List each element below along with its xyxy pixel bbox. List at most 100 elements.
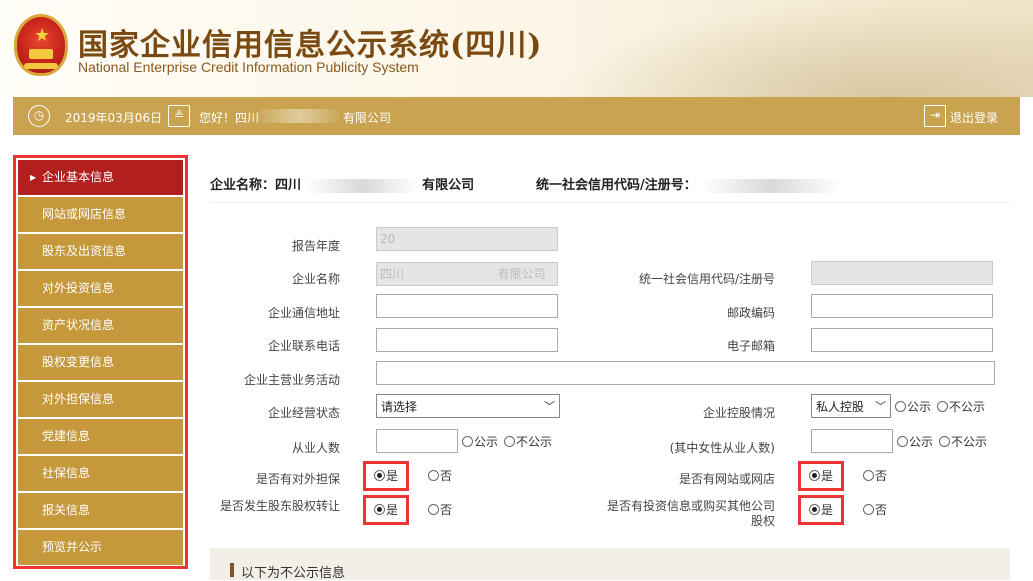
radio-icon [937, 401, 948, 412]
female-nonpublic-radio[interactable]: 不公示 [939, 435, 987, 449]
sidebar-item-assets[interactable]: 资产状况信息 [18, 308, 183, 343]
radio-label: 是 [821, 469, 834, 483]
summary-code-label: 统一社会信用代码/注册号： [536, 178, 697, 193]
postcode-label: 邮政编码 [726, 306, 775, 320]
redacted-company-name [258, 109, 340, 123]
radio-label: 否 [440, 503, 453, 517]
page-header: ★ 国家企业信用信息公示系统(四川) National Enterprise C… [0, 0, 1033, 97]
radio-label: 公示 [474, 435, 499, 449]
radio-icon [428, 470, 439, 481]
credit-code-label: 统一社会信用代码/注册号 [638, 272, 775, 286]
sidebar-item-equity-change[interactable]: 股权变更信息 [18, 345, 183, 380]
guarantee-yes-radio[interactable]: 是 [374, 469, 398, 483]
greeting-company-suffix: 有限公司 [343, 111, 392, 125]
radio-icon [897, 436, 908, 447]
radio-label: 不公示 [949, 400, 986, 414]
summary-company-suffix: 有限公司 [422, 178, 475, 193]
redacted-name [305, 178, 418, 193]
female-public-radio[interactable]: 公示 [897, 435, 933, 449]
top-bar: ◷ 2019年03月06日 ≗ 您好！四川 有限公司 ⇥ 退出登录 [13, 97, 1020, 135]
radio-label: 是 [386, 503, 399, 517]
holding-public-radio[interactable]: 公示 [895, 400, 931, 414]
status-select[interactable]: 请选择 ﹀ [376, 394, 560, 418]
female-employees-input[interactable] [811, 429, 893, 453]
radio-icon [462, 436, 473, 447]
section-marker [230, 563, 234, 577]
investment-no-radio[interactable]: 否 [863, 503, 887, 517]
company-name-label: 企业名称 [291, 272, 340, 286]
credit-code-field[interactable] [811, 261, 993, 285]
postcode-input[interactable] [811, 294, 993, 318]
logout-icon[interactable]: ⇥ [924, 105, 946, 127]
clock-icon: ◷ [28, 105, 50, 127]
business-input[interactable] [376, 361, 995, 385]
employees-input[interactable] [376, 429, 458, 453]
sidebar-item-website[interactable]: 网站或网店信息 [18, 197, 183, 232]
radio-icon [939, 436, 950, 447]
radio-label: 不公示 [951, 435, 988, 449]
radio-label: 公示 [907, 400, 932, 414]
female-employees-label: (其中女性从业人数) [669, 441, 775, 455]
holding-nonpublic-radio[interactable]: 不公示 [937, 400, 985, 414]
email-input[interactable] [811, 328, 993, 352]
investment-yes-radio[interactable]: 是 [809, 503, 833, 517]
site-title-en: National Enterprise Credit Information P… [78, 59, 419, 75]
investment-label: 是否有投资信息或购买其他公司股权 [606, 499, 775, 528]
company-summary: 企业名称：四川 有限公司 [210, 174, 474, 193]
radio-checked-icon [374, 504, 385, 515]
phone-input[interactable] [376, 328, 558, 352]
equity-transfer-yes-radio[interactable]: 是 [374, 503, 398, 517]
greeting-text: 您好！四川 [199, 111, 260, 125]
holding-select-value: 私人控股 [816, 400, 865, 414]
sidebar-item-party[interactable]: 党建信息 [18, 419, 183, 454]
sidebar-item-preview[interactable]: 预览并公示 [18, 530, 183, 565]
status-label: 企业经营状态 [267, 406, 340, 420]
sidebar-item-basic-info[interactable]: 企业基本信息 [18, 160, 183, 195]
logout-link[interactable]: 退出登录 [950, 109, 998, 126]
radio-icon [863, 470, 874, 481]
radio-label: 是 [386, 469, 399, 483]
sidebar-item-shareholders[interactable]: 股东及出资信息 [18, 234, 183, 269]
radio-checked-icon [374, 470, 385, 481]
radio-label: 否 [875, 503, 888, 517]
company-name-field[interactable]: 四川 有限公司 [376, 262, 558, 286]
website-yes-radio[interactable]: 是 [809, 469, 833, 483]
website-label: 是否有网站或网店 [678, 472, 775, 486]
non-public-section-title: 以下为不公示信息 [241, 566, 346, 581]
radio-label: 是 [821, 503, 834, 517]
radio-label: 否 [440, 469, 453, 483]
employees-public-radio[interactable]: 公示 [462, 435, 498, 449]
equity-transfer-no-radio[interactable]: 否 [428, 503, 452, 517]
basic-info-form: 报告年度 20 企业名称 四川 有限公司 统一社会信用代码/注册号 企业通信地址… [210, 202, 1010, 547]
report-year-label: 报告年度 [291, 239, 340, 253]
user-icon: ≗ [168, 105, 190, 127]
report-year-field[interactable]: 20 [376, 227, 558, 251]
guarantee-no-radio[interactable]: 否 [428, 469, 452, 483]
equity-transfer-label: 是否发生股东股权转让 [219, 499, 340, 513]
sidebar-item-investment[interactable]: 对外投资信息 [18, 271, 183, 306]
phone-label: 企业联系电话 [267, 339, 340, 353]
status-select-value: 请选择 [381, 400, 418, 414]
radio-icon [504, 436, 515, 447]
company-name-prefix: 四川 [380, 267, 405, 281]
chevron-down-icon: ﹀ [544, 400, 555, 413]
sidebar-item-guarantee[interactable]: 对外担保信息 [18, 382, 183, 417]
address-label: 企业通信地址 [267, 306, 340, 320]
website-no-radio[interactable]: 否 [863, 469, 887, 483]
sidebar-item-customs[interactable]: 报关信息 [18, 493, 183, 528]
non-public-section: 以下为不公示信息 [210, 548, 1010, 581]
radio-checked-icon [809, 504, 820, 515]
summary-credit-code: 统一社会信用代码/注册号： [536, 174, 842, 193]
radio-checked-icon [809, 470, 820, 481]
company-name-suffix: 有限公司 [497, 267, 546, 281]
radio-label: 不公示 [516, 435, 553, 449]
sidebar-item-social-security[interactable]: 社保信息 [18, 456, 183, 491]
holding-select[interactable]: 私人控股 ﹀ [811, 394, 891, 418]
employees-nonpublic-radio[interactable]: 不公示 [504, 435, 552, 449]
business-label: 企业主营业务活动 [243, 373, 340, 387]
radio-label: 否 [875, 469, 888, 483]
employees-label: 从业人数 [291, 441, 340, 455]
radio-icon [863, 504, 874, 515]
email-label: 电子邮箱 [726, 339, 775, 353]
address-input[interactable] [376, 294, 558, 318]
